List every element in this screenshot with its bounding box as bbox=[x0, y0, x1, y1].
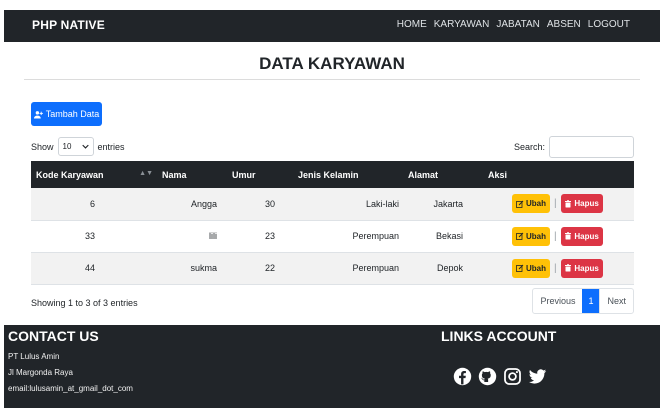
table-info: Showing 1 to 3 of 3 entries bbox=[31, 298, 138, 308]
search-label: Search: bbox=[513, 142, 545, 152]
delete-button[interactable]: Hapus bbox=[560, 258, 603, 278]
pagination-next[interactable]: Next bbox=[599, 289, 633, 313]
entries-select-value: 10 bbox=[62, 142, 72, 151]
cell-alamat: Depok bbox=[403, 252, 483, 285]
entries-select[interactable]: 10 bbox=[57, 137, 94, 156]
delete-button[interactable]: Hapus bbox=[560, 194, 603, 214]
brand-logo[interactable]: PHP NATIVE bbox=[32, 18, 105, 32]
header-aksi[interactable]: Aksi bbox=[483, 161, 634, 188]
nav-link-karyawan[interactable]: KARYAWAN bbox=[434, 19, 490, 30]
title-divider bbox=[24, 79, 640, 80]
pagination-page-1[interactable]: 1 bbox=[582, 289, 600, 313]
cell-jenis-kelamin: Laki-laki bbox=[293, 188, 403, 221]
pagination-previous[interactable]: Previous bbox=[533, 289, 582, 313]
add-data-button[interactable]: Tambah Data bbox=[31, 102, 102, 126]
contact-title: CONTACT US bbox=[8, 328, 99, 344]
instagram-icon[interactable] bbox=[503, 367, 522, 386]
add-data-label: Tambah Data bbox=[45, 109, 100, 119]
cell-aksi: Ubah | Hapus bbox=[483, 188, 634, 221]
header-kode-karyawan[interactable]: Kode Karyawan ▲▼ bbox=[31, 161, 157, 188]
action-separator: | bbox=[554, 230, 557, 242]
cell-kode: 33 bbox=[31, 220, 157, 253]
chevron-down-icon bbox=[81, 144, 89, 149]
show-label: Show bbox=[31, 141, 54, 152]
nav-link-logout[interactable]: LOGOUT bbox=[588, 19, 630, 30]
table-row: 6 Angga 30 Laki-laki Jakarta Ubah | Hapu… bbox=[31, 188, 634, 221]
pagination: Previous 1 Next bbox=[532, 288, 634, 314]
facebook-icon[interactable] bbox=[453, 367, 472, 386]
nav-links: HOME KARYAWAN JABATAN ABSEN LOGOUT bbox=[397, 19, 630, 30]
contact-company: PT Lulus Amin bbox=[8, 352, 60, 361]
user-plus-icon bbox=[33, 110, 43, 118]
cell-alamat: Jakarta bbox=[403, 188, 483, 221]
action-separator: | bbox=[554, 262, 557, 274]
github-icon[interactable] bbox=[478, 367, 497, 386]
twitter-icon[interactable] bbox=[528, 367, 547, 386]
cell-kode: 6 bbox=[31, 188, 157, 221]
sort-icon: ▲▼ bbox=[139, 170, 153, 177]
cell-alamat: Bekasi bbox=[403, 220, 483, 253]
edit-button[interactable]: Ubah bbox=[512, 194, 550, 214]
cell-umur: 30 bbox=[227, 188, 293, 221]
trash-icon bbox=[565, 200, 572, 208]
search-control: Search: bbox=[514, 136, 634, 158]
footer: CONTACT US PT Lulus Amin Jl Margonda Ray… bbox=[4, 325, 660, 408]
length-control: Show 10 entries bbox=[31, 137, 125, 156]
edit-icon bbox=[516, 200, 524, 208]
header-nama[interactable]: Nama bbox=[157, 161, 227, 188]
header-alamat[interactable]: Alamat bbox=[403, 161, 483, 188]
action-separator: | bbox=[554, 198, 557, 210]
cell-aksi: Ubah | Hapus bbox=[483, 220, 634, 253]
cell-nama: lili bbox=[157, 220, 227, 253]
cell-umur: 23 bbox=[227, 220, 293, 253]
cell-nama: Angga bbox=[157, 188, 227, 221]
edit-button[interactable]: Ubah bbox=[512, 226, 550, 246]
edit-button[interactable]: Ubah bbox=[512, 258, 550, 278]
nav-link-home[interactable]: HOME bbox=[397, 19, 427, 30]
social-links bbox=[453, 367, 547, 386]
trash-icon bbox=[565, 264, 572, 272]
nav-link-absen[interactable]: ABSEN bbox=[547, 19, 581, 30]
cell-umur: 22 bbox=[227, 252, 293, 285]
entries-label: entries bbox=[97, 141, 125, 152]
contact-email: email:lulusamin_at_gmail_dot_com bbox=[8, 384, 133, 393]
table-row: 33 lili 23 Perempuan Bekasi Ubah | Hapus bbox=[31, 220, 634, 253]
cell-kode: 44 bbox=[31, 252, 157, 285]
page-title: DATA KARYAWAN bbox=[259, 54, 405, 73]
edit-icon bbox=[516, 232, 524, 240]
cell-aksi: Ubah | Hapus bbox=[483, 252, 634, 285]
cell-nama: sukma bbox=[157, 252, 227, 285]
links-title: LINKS ACCOUNT bbox=[441, 328, 557, 344]
search-input[interactable] bbox=[549, 136, 634, 158]
edit-icon bbox=[516, 264, 524, 272]
header-umur[interactable]: Umur bbox=[227, 161, 293, 188]
contact-address: Jl Margonda Raya bbox=[8, 368, 73, 377]
cell-jenis-kelamin: Perempuan bbox=[293, 220, 403, 253]
navbar: PHP NATIVE HOME KARYAWAN JABATAN ABSEN L… bbox=[4, 10, 660, 42]
header-jenis-kelamin[interactable]: Jenis Kelamin bbox=[293, 161, 403, 188]
table-header-row: Kode Karyawan ▲▼ Nama Umur Jenis Kelamin … bbox=[31, 161, 634, 188]
karyawan-table: Kode Karyawan ▲▼ Nama Umur Jenis Kelamin … bbox=[31, 161, 634, 285]
nav-link-jabatan[interactable]: JABATAN bbox=[496, 19, 540, 30]
table-row: 44 sukma 22 Perempuan Depok Ubah | Hapus bbox=[31, 252, 634, 285]
cell-jenis-kelamin: Perempuan bbox=[293, 252, 403, 285]
delete-button[interactable]: Hapus bbox=[560, 226, 603, 246]
trash-icon bbox=[565, 232, 572, 240]
